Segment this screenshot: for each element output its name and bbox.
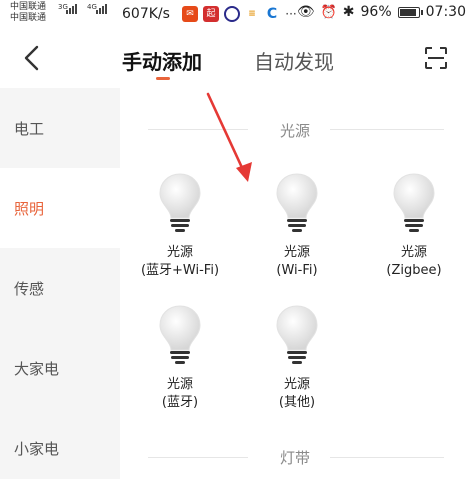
eye-icon: 👁 [296,4,315,20]
clock: 07:30 [425,4,466,20]
device-card[interactable]: 光源 (蓝牙+Wi-Fi) [120,172,240,282]
app-notification-icon: 起 [203,6,219,22]
sidebar-item-sensor[interactable]: 传感 [0,248,120,328]
app-notification-icon: ✉ [182,6,198,22]
sidebar-item-label: 电工 [14,120,45,138]
device-name: 光源 [283,377,310,392]
app-notification-icon [224,6,240,22]
device-name: 光源 [400,245,427,260]
annotation-arrow-icon [206,92,252,182]
carrier-labels: 中国联通 中国联通 [10,2,46,24]
alarm-icon: ⏰ [320,4,337,20]
sidebar-item-label: 大家电 [14,360,60,378]
light-bulb-icon [276,173,318,232]
signal-bars-icon [66,4,77,14]
device-protocol: (蓝牙) [161,395,199,410]
carrier-1: 中国联通 [10,2,47,12]
sidebar-item-label: 照明 [14,200,45,218]
device-card[interactable]: 光源 (Zigbee) [354,172,474,282]
section-divider [330,129,444,130]
section-title-light-strip: 灯带 [280,449,311,467]
sidebar-item-small-appliance[interactable]: 小家电 [0,408,120,479]
bluetooth-icon: ✱ [342,4,355,20]
tab-auto-discover[interactable]: 自动发现 [254,46,334,75]
device-card[interactable]: 光源 (其他) [237,304,357,414]
device-name: 光源 [283,245,310,260]
carrier-2: 中国联通 [10,13,47,23]
sidebar-item-label: 小家电 [14,440,60,458]
battery-percent: 96% [360,4,392,20]
light-bulb-icon [159,173,201,232]
back-chevron-icon[interactable] [20,44,44,72]
device-name: 光源 [166,377,193,392]
device-card[interactable]: 光源 (Wi-Fi) [237,172,357,282]
light-bulb-icon [276,305,318,364]
device-protocol: (Wi-Fi) [276,263,318,278]
sidebar-item-label: 传感 [14,280,45,298]
sidebar-item-lighting[interactable]: 照明 [0,168,120,248]
active-tab-indicator [156,77,170,80]
status-bar: 中国联通 中国联通 3G 4G 607K/s ✉ 起 ≡ C ··· 👁 ⏰ ✱… [0,0,474,30]
app-notification-icon: ≡ [244,6,260,22]
signal-bars-icon [96,4,107,14]
light-bulb-icon [393,173,435,232]
status-right: 👁 ⏰ ✱ 96% 07:30 [297,4,466,20]
sidebar-item-large-appliance[interactable]: 大家电 [0,328,120,408]
sidebar-item-electrician[interactable]: 电工 [0,88,120,168]
category-sidebar: 电工 照明 传感 大家电 小家电 [0,88,120,479]
section-divider [148,457,248,458]
device-protocol: (Zigbee) [386,263,442,278]
device-protocol: (其他) [278,395,316,410]
scan-icon[interactable] [424,46,448,70]
tab-manual-add[interactable]: 手动添加 [122,46,202,75]
device-protocol: (蓝牙+Wi-Fi) [140,263,220,278]
network-speed: 607K/s [122,6,170,22]
section-divider [330,457,444,458]
section-title-light-source: 光源 [280,122,311,140]
light-bulb-icon [159,305,201,364]
battery-icon [397,6,423,18]
device-name: 光源 [166,245,193,260]
top-nav: 手动添加 自动发现 [0,30,474,88]
device-card[interactable]: 光源 (蓝牙) [120,304,240,414]
app-notification-icon: C [264,6,280,22]
